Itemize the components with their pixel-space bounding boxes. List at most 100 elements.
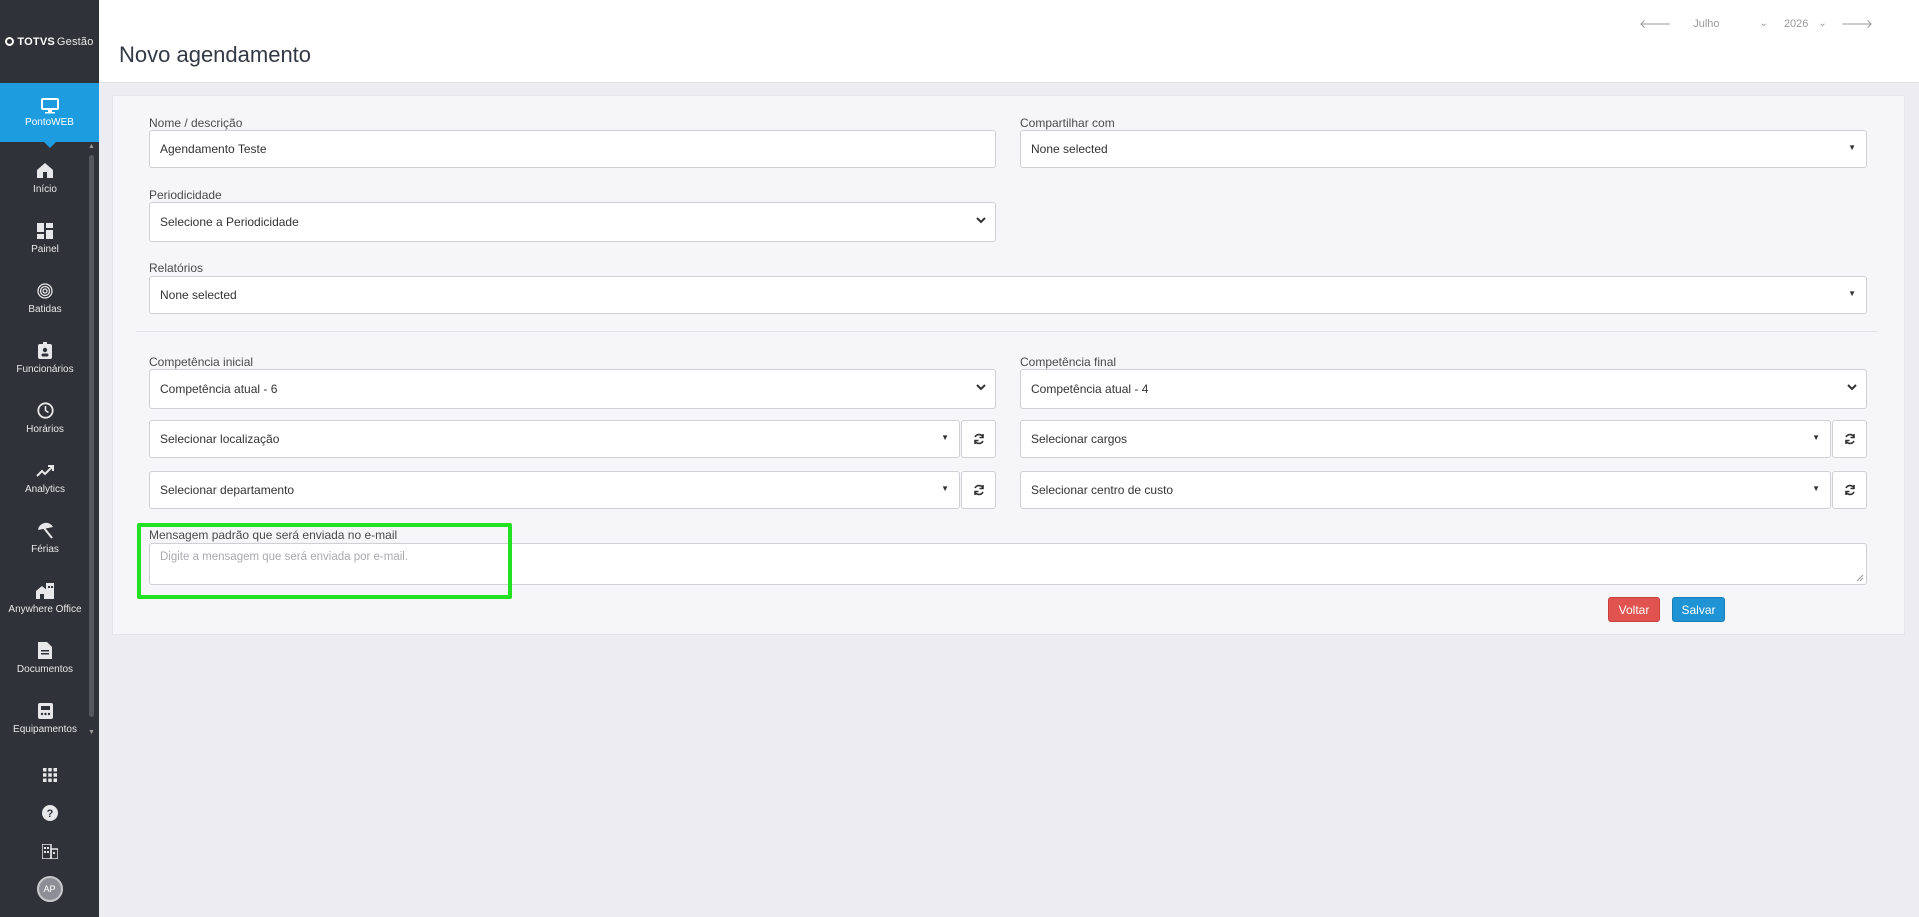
month-select[interactable]: Julho ⌄ <box>1693 18 1768 30</box>
cost-center-multiselect[interactable]: Selecionar centro de custo ▼ <box>1020 471 1831 509</box>
name-value: Agendamento Teste <box>160 142 267 156</box>
share-multiselect[interactable]: None selected ▼ <box>1020 130 1867 168</box>
sidebar-item-painel[interactable]: Painel <box>0 208 90 268</box>
logo-sub: Gestão <box>56 35 94 48</box>
sidebar-item-label: Equipamentos <box>13 723 77 735</box>
sidebar-item-analytics[interactable]: Analytics <box>0 448 90 508</box>
sidebar-item-funcionarios[interactable]: Funcionários <box>0 328 90 388</box>
sidebar-item-anywhere-office[interactable]: Anywhere Office <box>0 568 90 628</box>
chevron-down-icon: ⌄ <box>1818 18 1827 29</box>
sidebar-item-label: Início <box>33 183 57 195</box>
help-icon[interactable]: ? <box>0 794 99 832</box>
year-select[interactable]: 2026 ⌄ <box>1784 18 1827 30</box>
sidebar-item-documentos[interactable]: Documentos <box>0 628 90 688</box>
save-button[interactable]: Salvar <box>1672 597 1725 622</box>
roles-multiselect[interactable]: Selecionar cargos ▼ <box>1020 420 1831 458</box>
arrow-right-icon[interactable]: 🡒 <box>1841 16 1873 31</box>
fingerprint-icon <box>36 282 54 300</box>
comp-initial-value: Competência atual - 6 <box>160 382 278 396</box>
sidebar-item-label: Painel <box>31 243 59 255</box>
sidebar-item-label: Anywhere Office <box>8 603 82 615</box>
arrow-left-icon[interactable]: 🡐 <box>1639 16 1671 31</box>
sidebar-item-label: Férias <box>31 543 59 555</box>
comp-final-value: Competência atual - 4 <box>1031 382 1149 396</box>
apps-grid-icon[interactable] <box>0 756 99 794</box>
location-value: Selecionar localização <box>160 432 280 446</box>
reports-label: Relatórios <box>149 261 204 275</box>
periodicity-label: Periodicidade <box>149 188 222 202</box>
building-icon[interactable] <box>0 832 99 870</box>
sidebar-item-label: Documentos <box>16 663 74 675</box>
department-refresh-button[interactable] <box>961 471 996 509</box>
sidebar-item-horarios[interactable]: Horários <box>0 388 90 448</box>
department-multiselect[interactable]: Selecionar departamento ▼ <box>149 471 960 509</box>
comp-final-label: Competência final <box>1020 355 1117 369</box>
department-value: Selecionar departamento <box>160 483 295 497</box>
caret-down-icon: ▼ <box>941 433 949 442</box>
page-header: Novo agendamento 🡐 Julho ⌄ 2026 ⌄ 🡒 <box>99 0 1919 83</box>
trending-icon <box>36 462 54 480</box>
name-label: Nome / descrição <box>149 116 243 130</box>
avatar: AP <box>36 876 63 902</box>
logo-mark-icon <box>5 37 15 46</box>
location-refresh-button[interactable] <box>961 420 996 458</box>
document-icon <box>36 642 54 660</box>
comp-initial-label: Competência inicial <box>149 355 254 369</box>
caret-down-icon: ▼ <box>1848 289 1856 298</box>
comp-final-select[interactable]: Competência atual - 4 <box>1020 369 1867 409</box>
resize-grip-icon[interactable] <box>1856 574 1864 582</box>
comp-initial-select[interactable]: Competência atual - 6 <box>149 369 996 409</box>
sidebar-item-equipamentos[interactable]: Equipamentos <box>0 688 90 748</box>
svg-text:?: ? <box>46 808 53 820</box>
chevron-down-icon: ⌄ <box>1759 18 1768 29</box>
roles-refresh-button[interactable] <box>1832 420 1867 458</box>
sidebar-item-label: Analytics <box>24 483 65 495</box>
caret-down-icon: ▼ <box>1812 484 1820 493</box>
device-icon <box>36 702 54 720</box>
year-value: 2026 <box>1783 17 1809 30</box>
logo-brand: TOTVS <box>17 35 55 48</box>
back-button[interactable]: Voltar <box>1608 597 1660 622</box>
user-avatar[interactable]: AP <box>0 870 99 908</box>
chevron-down-icon <box>1847 384 1857 391</box>
module-label: PontoWEB <box>25 116 74 128</box>
dashboard-icon <box>36 222 54 240</box>
periodicity-select[interactable]: Selecione a Periodicidade <box>149 202 996 242</box>
cost-center-refresh-button[interactable] <box>1832 471 1867 509</box>
monitor-icon <box>40 97 59 113</box>
sidebar-item-label: Funcionários <box>16 363 74 375</box>
cost-center-value: Selecionar centro de custo <box>1031 483 1174 497</box>
month-value: Julho <box>1693 17 1720 30</box>
caret-down-icon: ▼ <box>1848 143 1856 152</box>
message-placeholder: Digite a mensagem que será enviada por e… <box>160 551 409 563</box>
sidebar-nav: Início Painel Batidas Funcionários Horár… <box>0 148 90 748</box>
house-building-icon <box>36 582 54 600</box>
share-label: Compartilhar com <box>1020 116 1115 130</box>
message-textarea[interactable]: Digite a mensagem que será enviada por e… <box>149 543 1867 585</box>
sidebar-item-inicio[interactable]: Início <box>0 148 90 208</box>
refresh-icon <box>1844 433 1855 445</box>
beach-umbrella-icon <box>36 522 54 540</box>
name-input[interactable]: Agendamento Teste <box>149 130 996 168</box>
location-multiselect[interactable]: Selecionar localização ▼ <box>149 420 960 458</box>
clock-icon <box>36 402 54 420</box>
sidebar-item-label: Batidas <box>28 303 62 315</box>
sidebar-item-ferias[interactable]: Férias <box>0 508 90 568</box>
sidebar-item-batidas[interactable]: Batidas <box>0 268 90 328</box>
sidebar-bottom: ? AP <box>0 756 99 908</box>
module-pontoweb[interactable]: PontoWEB <box>0 83 99 148</box>
reports-value: None selected <box>160 288 237 302</box>
refresh-icon <box>973 433 984 445</box>
sidebar-item-label: Horários <box>26 423 64 435</box>
page-title: Novo agendamento <box>119 42 312 67</box>
message-label: Mensagem padrão que será enviada no e-ma… <box>149 528 398 542</box>
app-logo[interactable]: TOTVS Gestão <box>0 0 99 83</box>
section-divider <box>136 331 1878 332</box>
badge-icon <box>36 342 54 360</box>
roles-value: Selecionar cargos <box>1031 432 1128 446</box>
reports-multiselect[interactable]: None selected ▼ <box>149 276 1867 314</box>
refresh-icon <box>1844 484 1855 496</box>
chevron-down-icon <box>976 384 986 391</box>
home-icon <box>36 162 54 180</box>
period-navigator: 🡐 Julho ⌄ 2026 ⌄ 🡒 <box>1633 16 1879 31</box>
